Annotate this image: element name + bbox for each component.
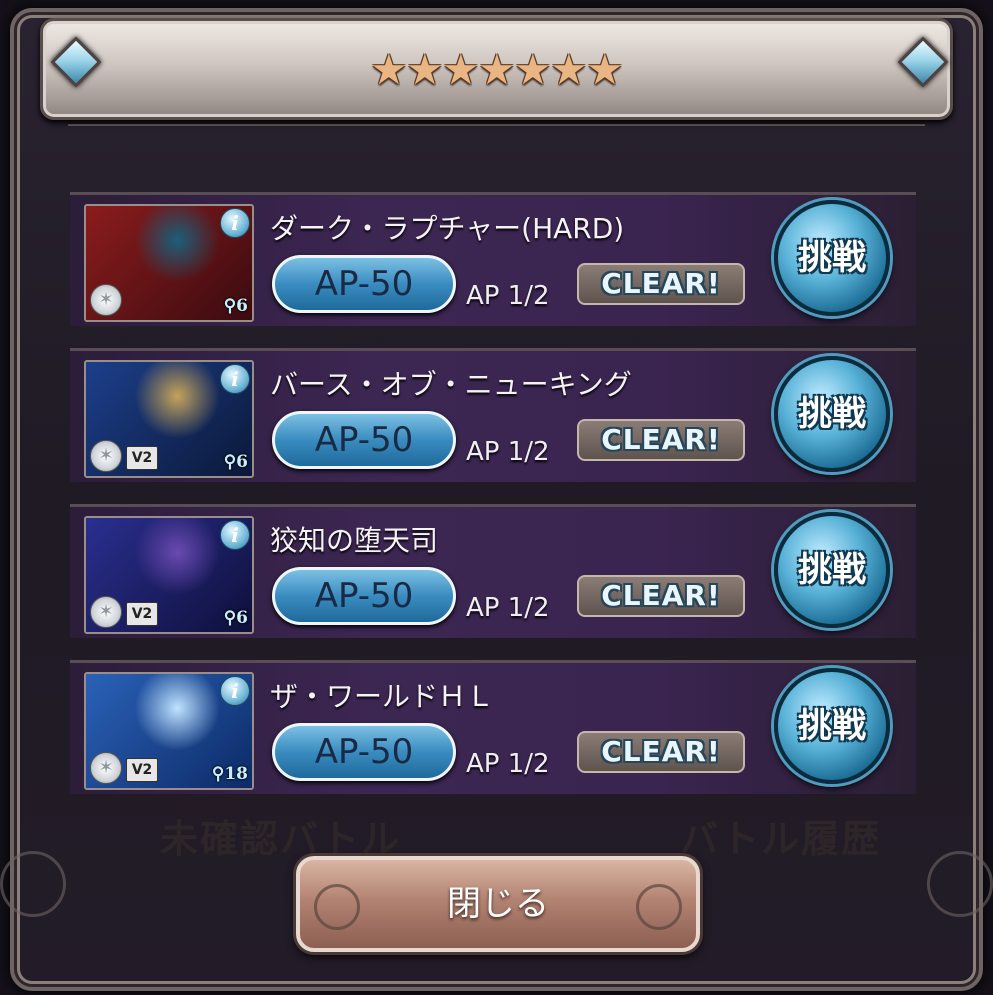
- player-count: ⚲6: [224, 296, 248, 316]
- version-badge: V2: [126, 446, 158, 470]
- quest-portrait[interactable]: i ✶ ⚲6: [84, 204, 254, 322]
- player-icon: ⚲: [223, 296, 237, 316]
- clear-badge: CLEAR!: [577, 731, 745, 773]
- quest-portrait[interactable]: i ✶ V2 ⚲18: [84, 672, 254, 790]
- challenge-button[interactable]: 挑戦: [774, 356, 890, 472]
- star-icon: ★: [478, 45, 516, 94]
- quest-row: i ✶ V2 ⚲6 狡知の堕天司 AP-50 AP 1/2 CLEAR! 挑戦: [70, 504, 916, 638]
- star-icon: ★: [406, 45, 444, 94]
- ap-attempt-count: AP 1/2: [466, 593, 550, 623]
- clear-badge: CLEAR!: [577, 263, 745, 305]
- quest-name: バース・オブ・ニューキング: [270, 368, 632, 401]
- quest-name: ダーク・ラプチャー(HARD): [270, 212, 625, 245]
- element-icon: ✶: [90, 596, 122, 628]
- ap-attempt-count: AP 1/2: [466, 281, 550, 311]
- version-badge: V2: [126, 758, 158, 782]
- element-icon: ✶: [90, 440, 122, 472]
- background-label-unconfirmed: 未確認バトル: [160, 817, 402, 861]
- star-icon: ★: [442, 45, 480, 94]
- star-icon: ★: [370, 45, 408, 94]
- clear-badge: CLEAR!: [577, 575, 745, 617]
- quest-row: i ✶ V2 ⚲18 ザ・ワールドＨＬ AP-50 AP 1/2 CLEAR! …: [70, 660, 916, 794]
- player-icon: ⚲: [223, 608, 237, 628]
- version-badge: V2: [126, 602, 158, 626]
- player-count: ⚲18: [212, 764, 248, 784]
- ap-cost-badge: AP-50: [272, 723, 456, 781]
- corner-ornament: [927, 851, 993, 917]
- ap-attempt-count: AP 1/2: [466, 749, 550, 779]
- info-icon[interactable]: i: [220, 364, 250, 394]
- star-icon: ★: [514, 45, 552, 94]
- quest-row: i ✶ V2 ⚲6 バース・オブ・ニューキング AP-50 AP 1/2 CLE…: [70, 348, 916, 482]
- player-icon: ⚲: [223, 452, 237, 472]
- background-label-history: バトル履歴: [680, 817, 882, 861]
- ap-cost-badge: AP-50: [272, 411, 456, 469]
- player-count: ⚲6: [224, 608, 248, 628]
- challenge-button[interactable]: 挑戦: [774, 200, 890, 316]
- clear-badge: CLEAR!: [577, 419, 745, 461]
- quest-name: 狡知の堕天司: [270, 524, 439, 557]
- quest-name: ザ・ワールドＨＬ: [270, 680, 495, 713]
- player-count-value: 6: [236, 608, 248, 628]
- player-count-value: 6: [236, 452, 248, 472]
- flourish-icon: [636, 884, 682, 930]
- quest-portrait[interactable]: i ✶ V2 ⚲6: [84, 360, 254, 478]
- star-icon: ★: [586, 45, 624, 94]
- element-icon: ✶: [90, 284, 122, 316]
- quest-row: i ✶ ⚲6 ダーク・ラプチャー(HARD) AP-50 AP 1/2 CLEA…: [70, 192, 916, 326]
- player-count: ⚲6: [224, 452, 248, 472]
- player-icon: ⚲: [211, 764, 225, 784]
- star-icon: ★: [550, 45, 588, 94]
- corner-ornament: [0, 851, 66, 917]
- quest-portrait[interactable]: i ✶ V2 ⚲6: [84, 516, 254, 634]
- info-icon[interactable]: i: [220, 520, 250, 550]
- close-button[interactable]: 閉じる: [296, 856, 700, 952]
- flourish-icon: [314, 884, 360, 930]
- ap-attempt-count: AP 1/2: [466, 437, 550, 467]
- challenge-button[interactable]: 挑戦: [774, 668, 890, 784]
- ap-cost-badge: AP-50: [272, 567, 456, 625]
- player-count-value: 18: [224, 764, 248, 784]
- player-count-value: 6: [236, 296, 248, 316]
- info-icon[interactable]: i: [220, 208, 250, 238]
- info-icon[interactable]: i: [220, 676, 250, 706]
- close-button-label: 閉じる: [447, 884, 549, 924]
- ap-cost-badge: AP-50: [272, 255, 456, 313]
- difficulty-stars: ★ ★ ★ ★ ★ ★ ★: [350, 46, 642, 98]
- element-icon: ✶: [90, 752, 122, 784]
- challenge-button[interactable]: 挑戦: [774, 512, 890, 628]
